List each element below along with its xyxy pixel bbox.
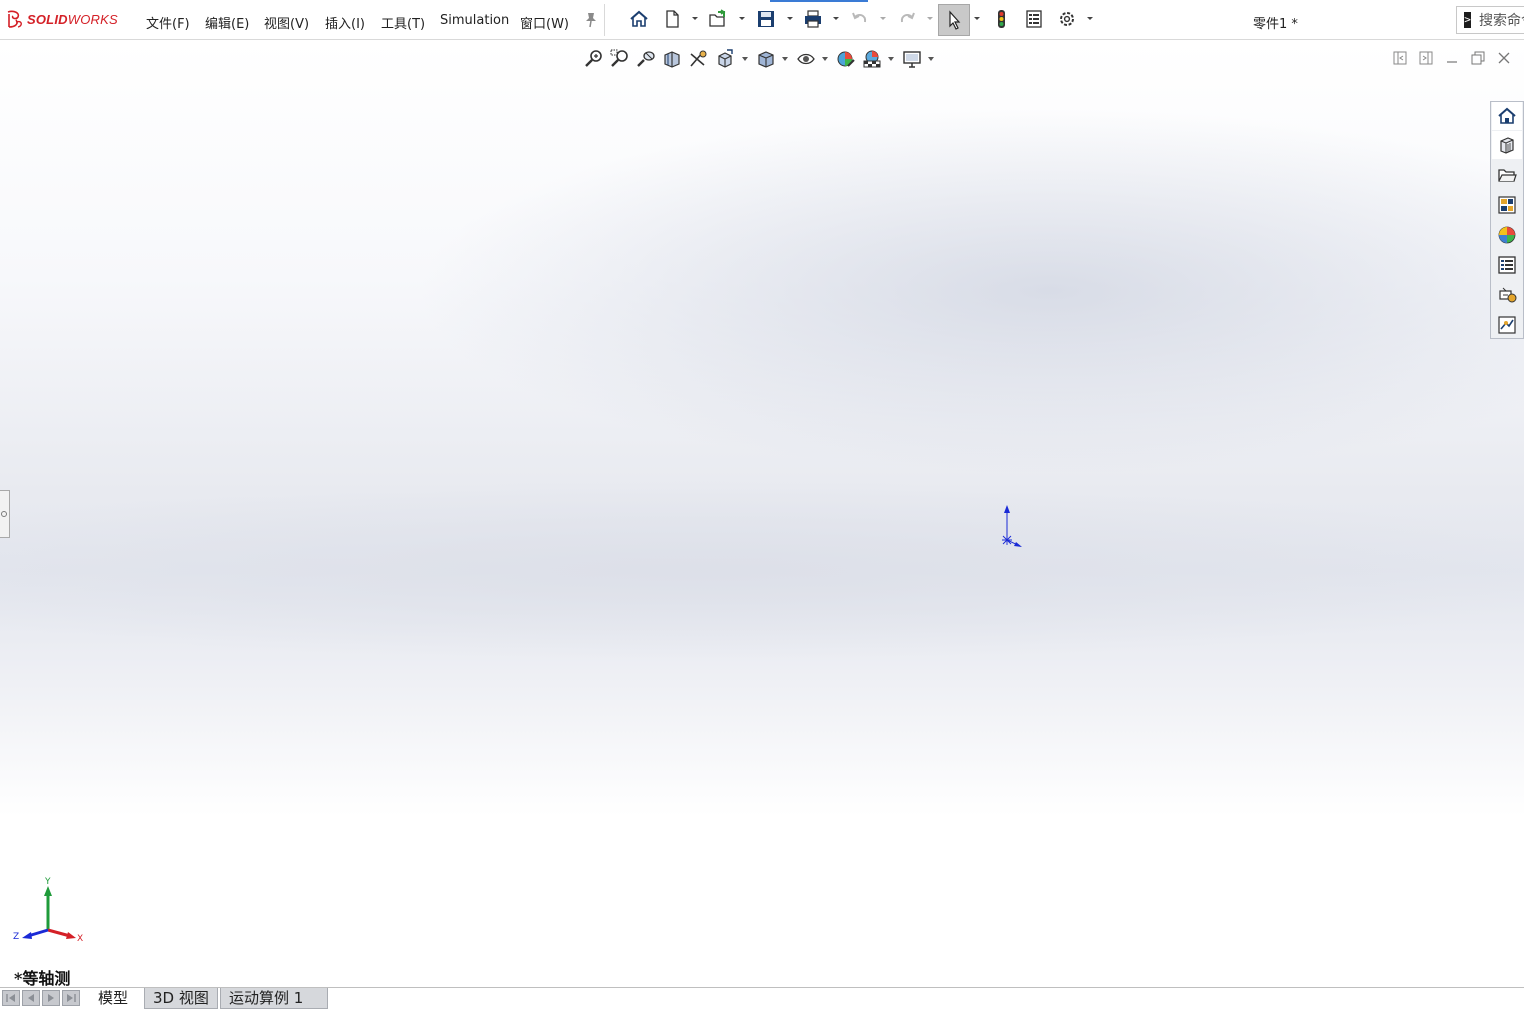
previous-view-icon[interactable] <box>636 49 656 69</box>
chevron-down-icon[interactable] <box>926 12 934 24</box>
tab-motion-study-1[interactable]: 运动算例 1 <box>220 988 328 1009</box>
rebuild-icon[interactable] <box>990 8 1012 30</box>
ds-logo-icon <box>7 10 22 28</box>
graphics-area[interactable]: Y X Z *等轴测 <box>0 41 1524 987</box>
new-document-icon[interactable] <box>661 8 683 30</box>
next-icon <box>48 994 54 1002</box>
design-library-icon[interactable] <box>1492 131 1522 159</box>
terminal-icon: > <box>1464 12 1471 28</box>
chevron-down-icon[interactable] <box>822 56 828 62</box>
close-icon[interactable] <box>1496 50 1512 66</box>
first-icon <box>6 994 15 1002</box>
menu-insert[interactable]: 插入(I) <box>325 13 365 32</box>
menu-edit[interactable]: 编辑(E) <box>205 13 249 32</box>
previous-tab-button[interactable] <box>22 990 40 1006</box>
last-icon <box>67 994 76 1002</box>
simulation-icon[interactable] <box>1492 311 1522 339</box>
previous-icon <box>28 994 34 1002</box>
tab-model[interactable]: 模型 <box>90 988 137 1009</box>
chevron-down-icon[interactable] <box>691 12 699 24</box>
task-pane <box>1490 101 1524 339</box>
undo-icon[interactable] <box>849 8 871 30</box>
menu-window[interactable]: 窗口(W) <box>520 13 569 32</box>
chevron-down-icon[interactable] <box>879 12 887 24</box>
chevron-down-icon[interactable] <box>782 56 788 62</box>
options-icon[interactable] <box>1056 8 1078 30</box>
view-orientation-label: *等轴测 <box>14 969 71 987</box>
file-properties-icon[interactable] <box>1023 8 1045 30</box>
tile-left-icon[interactable] <box>1392 50 1408 66</box>
tile-right-icon[interactable] <box>1418 50 1434 66</box>
pin-icon[interactable] <box>584 12 598 28</box>
minimize-icon[interactable] <box>1444 50 1460 66</box>
open-icon[interactable] <box>707 8 729 30</box>
home-icon[interactable] <box>628 8 650 30</box>
bottom-tab-bar: 模型 3D 视图 运动算例 1 <box>0 987 1524 1009</box>
menu-tools[interactable]: 工具(T) <box>381 13 425 32</box>
solidworks-resources-icon[interactable] <box>1492 102 1522 130</box>
solidworks-forum-icon[interactable] <box>1492 281 1522 309</box>
print-icon[interactable] <box>802 8 824 30</box>
chevron-down-icon[interactable] <box>832 12 840 24</box>
chevron-down-icon[interactable] <box>738 12 746 24</box>
section-view-icon[interactable] <box>662 49 682 69</box>
view-orientation-icon[interactable] <box>715 49 735 69</box>
apply-scene-icon[interactable] <box>862 49 882 69</box>
document-title: 零件1 * <box>1253 17 1298 32</box>
view-palette-icon[interactable] <box>1492 191 1522 219</box>
view-settings-icon[interactable] <box>902 49 922 69</box>
triad-x-label: X <box>77 934 83 944</box>
menu-view[interactable]: 视图(V) <box>264 13 309 32</box>
first-tab-button[interactable] <box>2 990 20 1006</box>
save-icon[interactable] <box>755 8 777 30</box>
chevron-down-icon[interactable] <box>973 12 981 24</box>
brand-name: SOLIDWORKS <box>27 11 118 27</box>
feature-manager-expand-handle[interactable] <box>0 490 10 538</box>
toolbar-separator <box>604 4 605 36</box>
custom-properties-icon[interactable] <box>1492 251 1522 279</box>
title-bar: SOLIDWORKS 文件(F) 编辑(E) 视图(V) 插入(I) 工具(T)… <box>0 0 1524 40</box>
search-placeholder: 搜索命令 <box>1479 13 1524 29</box>
dynamic-annotation-icon[interactable] <box>688 49 708 69</box>
chevron-down-icon[interactable] <box>742 56 748 62</box>
chevron-down-icon[interactable] <box>888 56 894 62</box>
display-style-icon[interactable] <box>756 49 776 69</box>
reference-triad: Y X Z <box>13 877 83 944</box>
chevron-down-icon[interactable] <box>786 12 794 24</box>
origin-icon <box>1002 505 1022 547</box>
file-explorer-icon[interactable] <box>1492 161 1522 189</box>
menu-simulation[interactable]: Simulation <box>440 13 509 28</box>
select-icon <box>949 10 961 30</box>
triad-z-label: Z <box>13 932 19 942</box>
appearances-scenes-icon[interactable] <box>1492 221 1522 249</box>
search-commands-input[interactable]: > 搜索命令 <box>1456 6 1524 34</box>
chevron-down-icon[interactable] <box>928 56 934 62</box>
solidworks-logo[interactable]: SOLIDWORKS <box>5 8 118 30</box>
active-indicator <box>770 0 868 2</box>
chevron-down-icon[interactable] <box>1086 12 1094 24</box>
zoom-to-area-icon[interactable] <box>610 49 630 69</box>
menu-file[interactable]: 文件(F) <box>146 13 190 32</box>
redo-icon[interactable] <box>896 8 918 30</box>
last-tab-button[interactable] <box>62 990 80 1006</box>
triad-y-label: Y <box>44 877 51 887</box>
edit-appearance-icon[interactable] <box>836 49 856 69</box>
tab-3d-views[interactable]: 3D 视图 <box>144 988 218 1009</box>
zoom-to-fit-icon[interactable] <box>584 49 604 69</box>
expand-grip-icon <box>1 511 7 517</box>
select-button[interactable] <box>938 4 970 36</box>
next-tab-button[interactable] <box>42 990 60 1006</box>
restore-icon[interactable] <box>1470 50 1486 66</box>
hide-show-items-icon[interactable] <box>796 49 816 69</box>
